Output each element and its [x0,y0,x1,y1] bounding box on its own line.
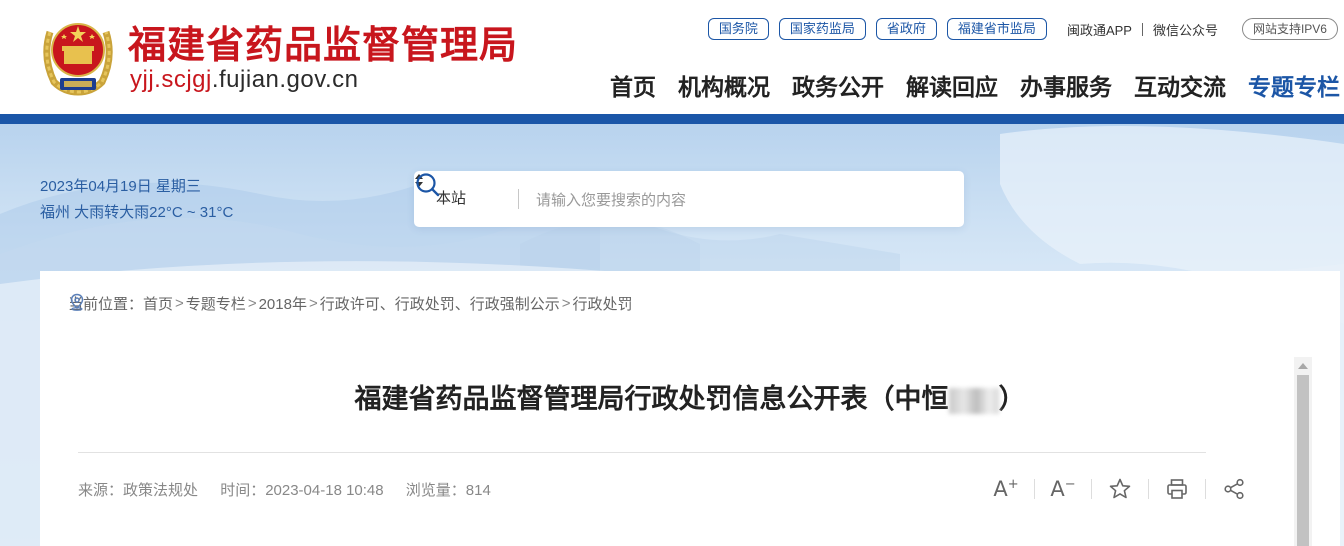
article-tools: A+ A− [978,474,1262,504]
scrollbar[interactable] [1294,357,1312,546]
article-title-suffix: ） [998,384,1026,414]
article-card: 当前位置： 首页 > 专题专栏 > 2018年 > 行政许可、行政处罚、行政强制公示 >… [40,271,1340,546]
site-domain-rest: .fujian.gov.cn [211,66,359,93]
nav-home[interactable]: 首页 [610,68,656,102]
link-provincial-gov[interactable]: 省政府 [875,18,937,40]
site-title[interactable]: 福建省药品监督管理局 [128,14,518,69]
article-views: 浏览量：814 [405,482,491,499]
breadcrumb-home[interactable]: 首页 [143,293,173,314]
link-nmpa[interactable]: 国家药监局 [778,18,866,40]
site-domain[interactable]: yjj.scjgj.fujian.gov.cn [130,66,358,94]
share-button[interactable] [1206,474,1262,504]
nav-special-topics[interactable]: 专题专栏 [1248,68,1340,102]
top-links-bar: 国务院 国家药监局 省政府 福建省市监局 闽政通APP 微信公众号 网站支持IP… [707,18,1338,40]
search-box: 本站 [414,171,964,227]
link-wechat[interactable]: 微信公众号 [1153,20,1218,39]
font-increase-icon: A+ [993,477,1019,501]
redacted-text [948,387,999,414]
nav-services[interactable]: 办事服务 [1020,68,1112,102]
breadcrumb-special-topics[interactable]: 专题专栏 [186,293,246,314]
print-button[interactable] [1149,474,1205,504]
header-divider-bar [0,114,1344,124]
title-divider [78,452,1206,453]
font-increase-letter: A [993,477,1008,501]
link-mzt-app[interactable]: 闽政通APP [1067,20,1132,39]
breadcrumb: 当前位置： 首页 > 专题专栏 > 2018年 > 行政许可、行政处罚、行政强制公示 >… [68,293,633,314]
top-links-divider [1141,22,1143,36]
site-domain-highlight: yjj.scjgj [130,66,212,93]
weather-info: 福州 大雨转大雨22°C ~ 31°C [40,204,234,221]
favorite-icon [1109,478,1131,499]
current-date: 2023年04月19日 星期三 [40,178,201,195]
font-decrease-button[interactable]: A− [1035,474,1091,504]
article-title: 福建省药品监督管理局行政处罚信息公开表（中恒 ） [40,377,1340,416]
breadcrumb-separator: > [175,295,184,312]
search-input[interactable] [534,185,908,215]
scroll-up-arrow-icon[interactable] [1298,363,1308,369]
link-state-council[interactable]: 国务院 [707,18,769,40]
national-emblem-icon[interactable] [40,12,116,96]
site-header: 福建省药品监督管理局 yjj.scjgj.fujian.gov.cn 国务院 国… [0,0,1344,114]
article-time: 时间：2023-04-18 10:48 [220,482,384,499]
search-icon[interactable] [414,171,442,199]
ipv6-badge: 网站支持IPV6 [1241,18,1338,40]
nav-gov-affairs[interactable]: 政务公开 [792,68,884,102]
location-icon [70,293,84,311]
link-provincial-samr[interactable]: 福建省市监局 [946,18,1047,40]
breadcrumb-separator: > [247,295,257,312]
breadcrumb-2018[interactable]: 2018年 [259,293,307,314]
share-icon [1224,478,1244,500]
date-weather: 2023年04月19日 星期三 福州 大雨转大雨22°C ~ 31°C [40,174,233,226]
article-source: 来源：政策法规处 [78,482,199,499]
scroll-thumb[interactable] [1297,375,1309,546]
search-divider [518,189,519,209]
article-meta: 来源：政策法规处 时间：2023-04-18 10:48 浏览量：814 [78,479,509,500]
breadcrumb-admin-disclosure[interactable]: 行政许可、行政处罚、行政强制公示 [320,293,560,314]
breadcrumb-separator: > [308,295,318,312]
nav-organization[interactable]: 机构概况 [678,68,770,102]
print-icon [1167,479,1187,499]
article-title-text: 福建省药品监督管理局行政处罚信息公开表（中恒 [354,384,949,414]
nav-interpretation[interactable]: 解读回应 [906,68,998,102]
favorite-button[interactable] [1092,474,1148,504]
breadcrumb-admin-penalty[interactable]: 行政处罚 [573,293,633,314]
font-decrease-letter: A [1050,477,1065,501]
font-increase-button[interactable]: A+ [978,474,1034,504]
main-nav: 首页 机构概况 政务公开 解读回应 办事服务 互动交流 专题专栏 [588,68,1340,102]
nav-interaction[interactable]: 互动交流 [1134,68,1226,102]
breadcrumb-separator: > [561,295,571,312]
font-decrease-icon: A− [1050,477,1076,501]
